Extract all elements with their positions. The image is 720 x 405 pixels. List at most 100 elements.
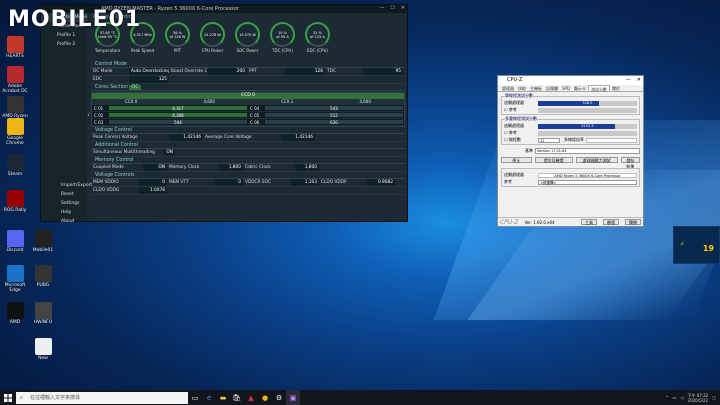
edge-icon[interactable]: e bbox=[202, 390, 216, 405]
setting-value[interactable]: 125 bbox=[129, 76, 169, 83]
setting-value[interactable]: 200 bbox=[207, 68, 247, 75]
setting-value[interactable] bbox=[285, 76, 325, 83]
windows-start-icon[interactable] bbox=[0, 390, 16, 405]
network-icon[interactable]: ▭ bbox=[673, 395, 677, 400]
desktop-icon[interactable]: Steam bbox=[2, 154, 28, 177]
sidebar-item[interactable]: Profile 1 bbox=[41, 31, 87, 40]
ccx-label: CCX 1 bbox=[281, 99, 294, 104]
ref-checkbox[interactable]: ☐ 參考 bbox=[504, 130, 538, 136]
bench-select[interactable]: Version 17.01.64 bbox=[535, 148, 640, 154]
sidebar-bottom-item[interactable]: About bbox=[41, 217, 87, 226]
desktop-icon[interactable]: Mobile01 bbox=[30, 230, 56, 253]
ryzen-master-taskbar-icon[interactable]: ▲ bbox=[244, 390, 258, 405]
setting-value[interactable]: 128 bbox=[285, 68, 325, 75]
chrome-icon[interactable]: ● bbox=[258, 390, 272, 405]
setting-value[interactable] bbox=[363, 76, 403, 83]
sidebar: Control Mode Game Mode Profile 1 Profile 2 … bbox=[41, 13, 92, 224]
desktop-icon[interactable]: HWiNFO bbox=[30, 302, 56, 325]
threads-select[interactable]: 12 bbox=[538, 137, 560, 143]
tab[interactable]: 顯示卡 bbox=[572, 85, 588, 91]
setting-value[interactable]: 0.9082 bbox=[367, 179, 395, 186]
desktop-icon[interactable]: Adobe Acrobat DC bbox=[2, 66, 28, 94]
version-label: Ver. 1.92.0.x64 bbox=[524, 219, 555, 225]
chevron-left-icon[interactable]: ‹ bbox=[87, 110, 90, 119]
maximize-icon[interactable]: ☐ bbox=[390, 5, 394, 11]
cpuz-action-button[interactable]: 提交及驗證 bbox=[534, 157, 573, 163]
setting-value[interactable] bbox=[291, 187, 319, 194]
core-speed: 544 bbox=[109, 120, 247, 125]
tab[interactable]: 記憶體 bbox=[544, 85, 560, 91]
threads-checkbox[interactable]: ☐ 線程數 bbox=[504, 137, 538, 143]
close-button[interactable]: 關閉 bbox=[625, 219, 641, 225]
setting-value[interactable]: 0 bbox=[215, 179, 243, 186]
ref-select[interactable]: <請選擇> bbox=[538, 179, 637, 185]
cpuz-action-button[interactable]: 儲存結果 bbox=[620, 157, 640, 169]
gauge-value: 24.278 W bbox=[204, 32, 221, 37]
setting-value[interactable] bbox=[215, 187, 243, 194]
tools-button[interactable]: 工具 bbox=[581, 219, 597, 225]
clock-time[interactable]: 下午 07:22 bbox=[687, 393, 708, 398]
steam-icon[interactable]: ⚙ bbox=[272, 390, 286, 405]
title-bar[interactable]: CPU-Z — ✕ bbox=[498, 76, 643, 85]
tab[interactable]: 關於 bbox=[610, 85, 622, 91]
cores-oc-toggle[interactable]: OC bbox=[129, 85, 141, 90]
setting-value[interactable]: 1.103 bbox=[291, 179, 319, 186]
store-icon[interactable]: 🛍 bbox=[230, 390, 244, 405]
tab[interactable]: 快取 bbox=[516, 85, 528, 91]
sidebar-item[interactable]: Profile 2 bbox=[41, 40, 87, 49]
notification-icon[interactable]: ▢ bbox=[712, 395, 716, 400]
ref-checkbox[interactable]: ☐ 參考 bbox=[504, 107, 538, 113]
cpuz-taskbar-icon[interactable]: ▣ bbox=[286, 390, 300, 405]
close-icon[interactable]: ✕ bbox=[401, 5, 405, 11]
tray-chevron-icon[interactable]: ^ bbox=[665, 395, 668, 400]
tab[interactable]: 測試分數 bbox=[588, 85, 611, 92]
setting-value[interactable] bbox=[207, 76, 247, 83]
task-view-icon[interactable]: ▭ bbox=[188, 390, 202, 405]
setting-value[interactable]: 1.42146 bbox=[281, 134, 315, 141]
setting-value[interactable]: 95 bbox=[363, 68, 403, 75]
ref-label: 參考 bbox=[504, 179, 512, 184]
sidebar-bottom-item[interactable]: Import/Export bbox=[41, 181, 92, 190]
close-icon[interactable]: ✕ bbox=[637, 76, 641, 85]
setting-value[interactable] bbox=[367, 187, 395, 194]
setting-label: EDC bbox=[93, 77, 103, 82]
desktop-icon[interactable]: AMD bbox=[2, 302, 28, 325]
sidebar-bottom-item[interactable]: Help bbox=[41, 208, 87, 217]
minimize-icon[interactable]: — bbox=[379, 5, 384, 11]
desktop-icon[interactable]: PUBG bbox=[30, 265, 56, 288]
desktop-icon[interactable]: Google Chrome bbox=[2, 118, 28, 146]
setting-value[interactable]: Auto Overclocking bbox=[129, 68, 169, 75]
desktop-icon[interactable]: New bbox=[30, 338, 56, 361]
weather-widget[interactable]: ⚡ 19 bbox=[673, 226, 720, 264]
cpuz-action-button[interactable]: 處理器壓力測試 bbox=[575, 157, 618, 163]
clock-date[interactable]: 2020/5/22 bbox=[687, 398, 709, 403]
tab[interactable]: 處理器 bbox=[500, 85, 516, 91]
desktop-icon[interactable]: Discord bbox=[2, 230, 28, 253]
cpuz-action-button[interactable]: 停止 bbox=[501, 157, 532, 163]
setting-value[interactable]: ON bbox=[163, 149, 175, 156]
minimize-icon[interactable]: — bbox=[626, 76, 631, 85]
sidebar-bottom-item[interactable]: Reset bbox=[41, 190, 87, 199]
search-input[interactable]: ⌕ 在這裡輸入文字來搜尋 bbox=[16, 391, 188, 404]
setting-value[interactable]: 1,800 bbox=[219, 164, 243, 171]
sidebar-bottom-item[interactable]: Settings bbox=[41, 199, 87, 208]
volume-icon[interactable]: ◁ bbox=[680, 395, 683, 400]
cpuz-window[interactable]: CPU-Z — ✕ 處理器 快取 主機板 記憶體 SPD 顯示卡 測試分數 關於 單線程測試分數… bbox=[497, 75, 644, 227]
desktop-icon[interactable]: Microsoft Edge bbox=[2, 265, 28, 293]
validate-button[interactable]: 驗證 bbox=[603, 219, 619, 225]
desktop-icon-label: AMD bbox=[9, 320, 21, 325]
multi-score-bar: 4191.5 bbox=[538, 123, 637, 129]
setting-value[interactable]: 1.0078 bbox=[139, 187, 167, 194]
setting-value[interactable]: 0 bbox=[139, 179, 167, 186]
bar-label: 這顆處理器 bbox=[504, 100, 524, 105]
tab[interactable]: 主機板 bbox=[528, 85, 544, 91]
desktop-icon[interactable]: ROG Rally bbox=[2, 190, 28, 213]
setting-value[interactable]: ON bbox=[143, 164, 167, 171]
section-cores[interactable]: Cores Section OC bbox=[91, 85, 405, 91]
ryzen-master-window[interactable]: AMD RYZEN MASTER · Ryzen 5 3600X 6-Core … bbox=[40, 4, 408, 224]
setting-value[interactable]: 1,800 bbox=[295, 164, 319, 171]
tab[interactable]: SPD bbox=[560, 85, 572, 91]
desktop-icon[interactable]: HEARTS bbox=[2, 36, 28, 59]
file-explorer-icon[interactable]: ▬ bbox=[216, 390, 230, 405]
setting-value[interactable]: 1.42146 bbox=[169, 134, 203, 141]
